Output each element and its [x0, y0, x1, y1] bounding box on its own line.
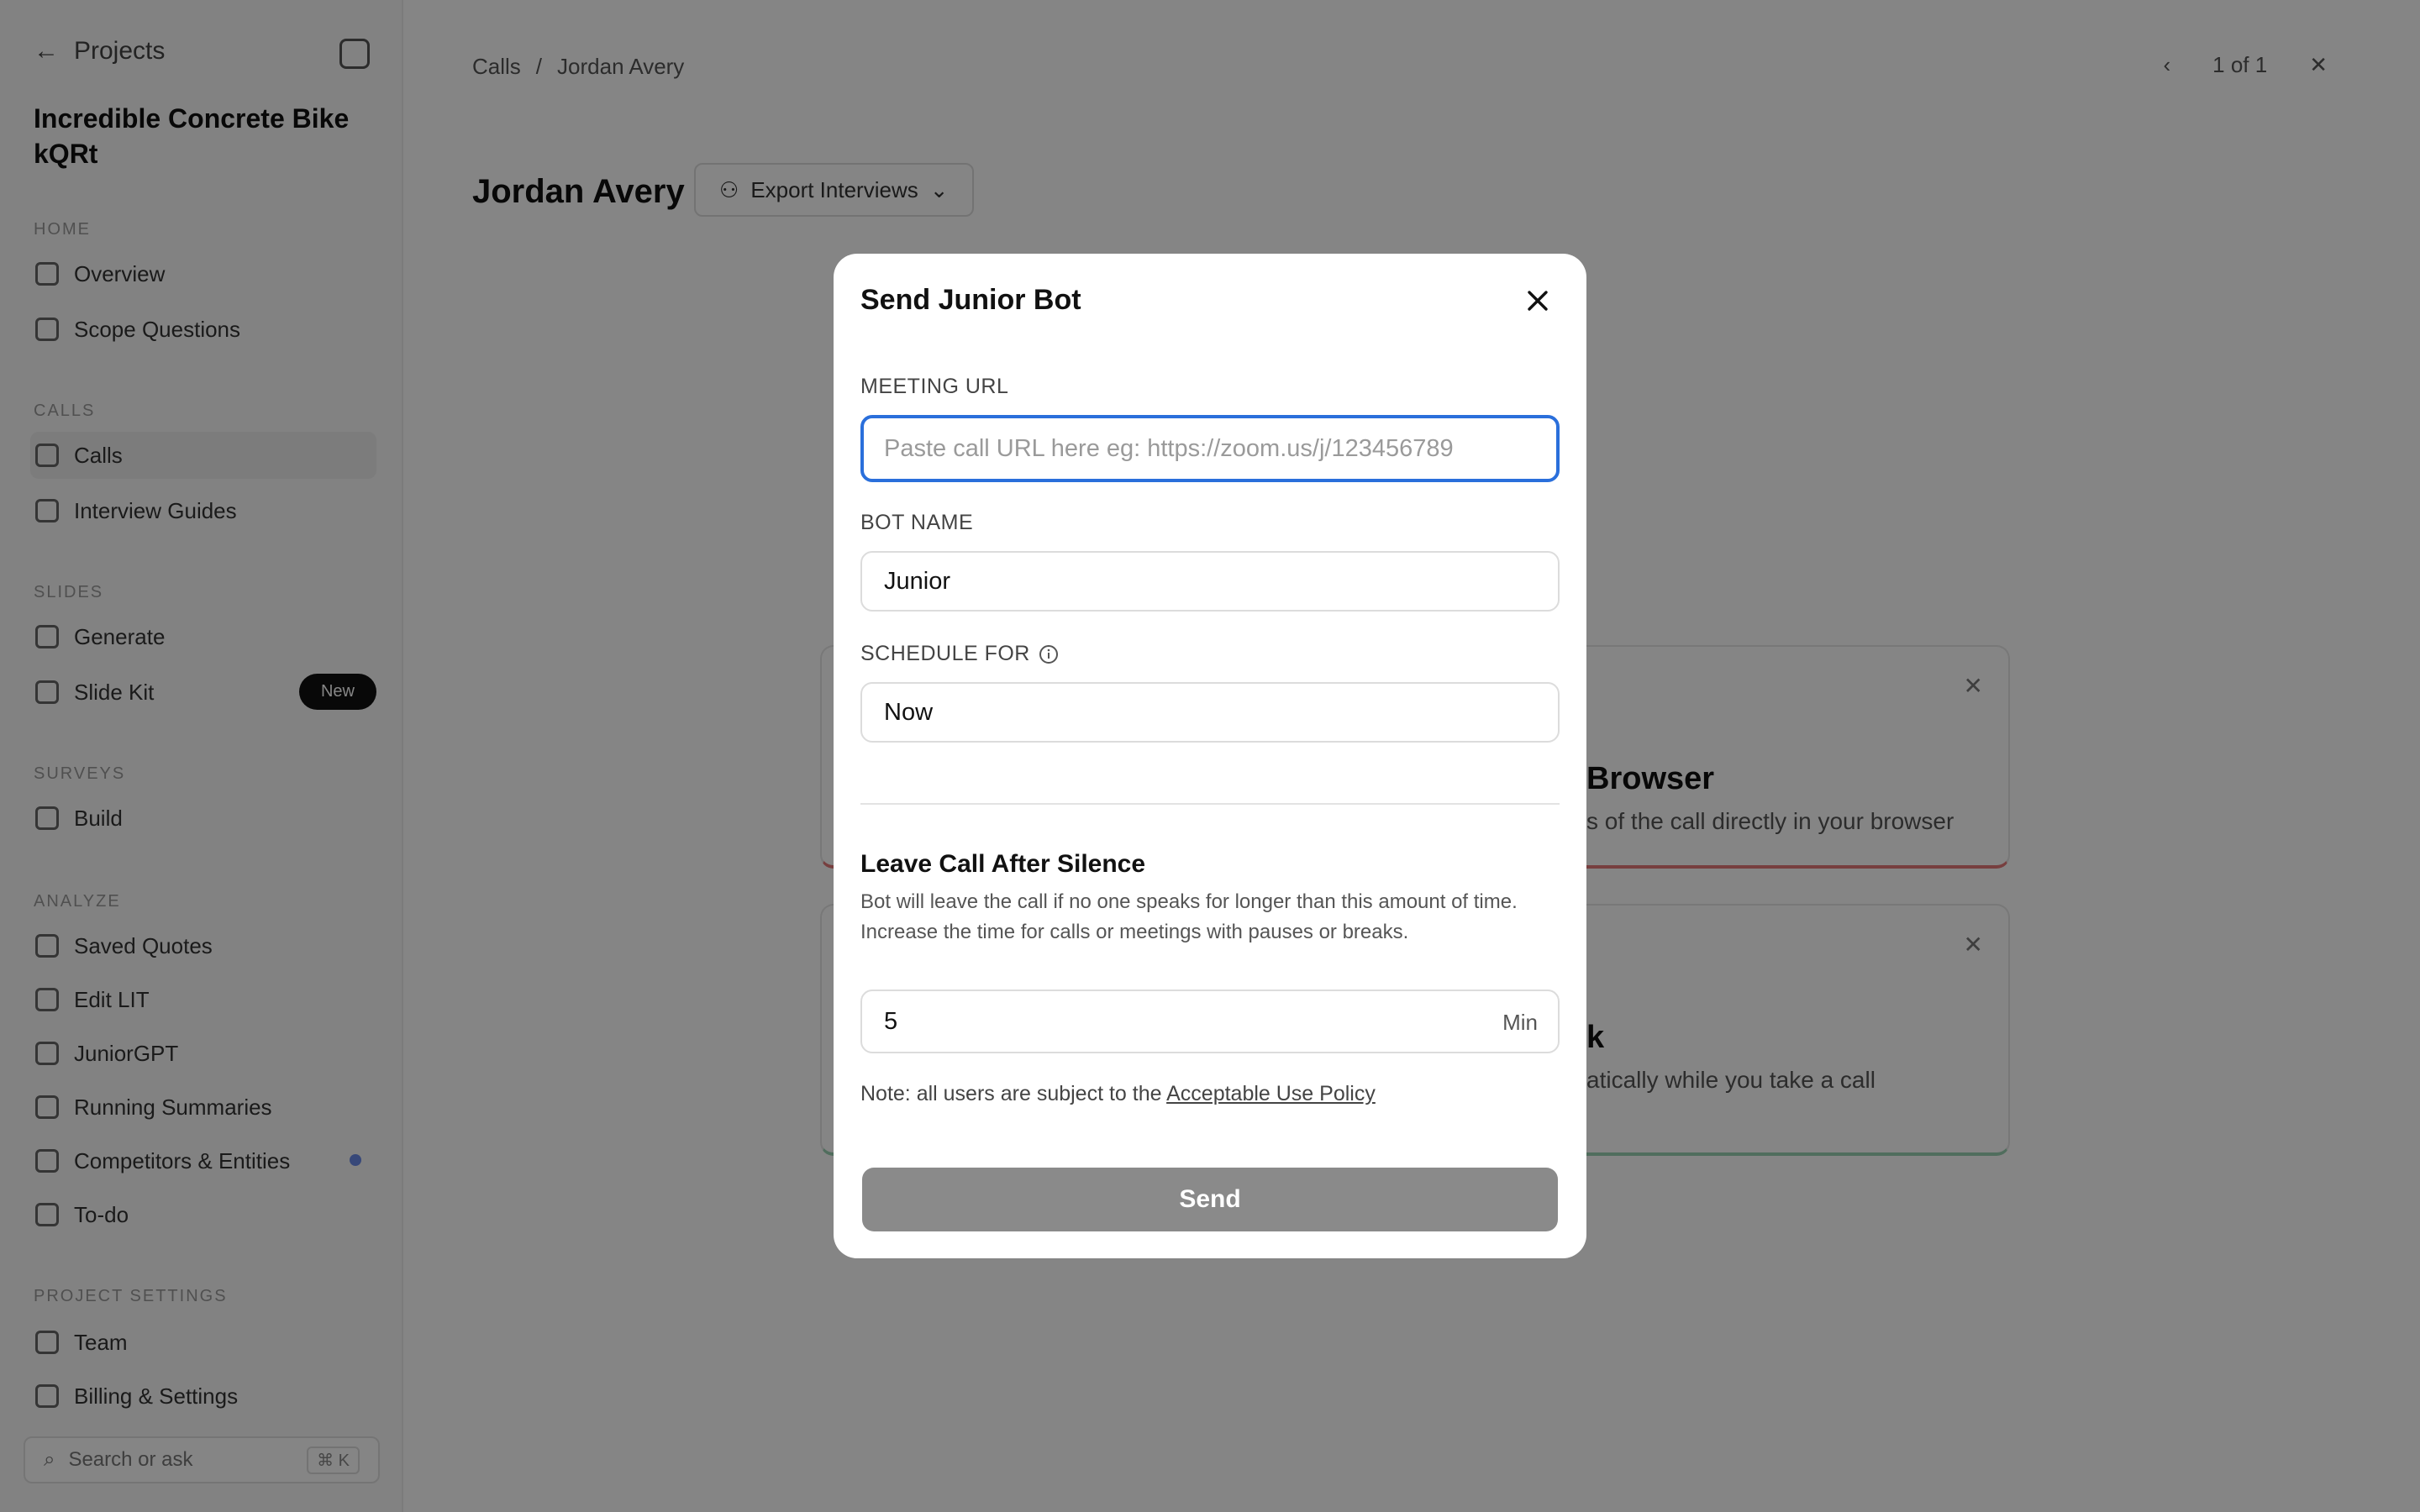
meeting-url-input[interactable]	[860, 415, 1560, 482]
policy-note-text: Note: all users are subject to the	[860, 1082, 1162, 1105]
schedule-for-label: SCHEDULE FOR	[860, 642, 1059, 666]
dialog-title: Send Junior Bot	[860, 284, 1081, 316]
silence-minutes-input[interactable]	[862, 991, 1450, 1052]
silence-minutes-field: Min	[860, 990, 1560, 1053]
section-divider	[860, 803, 1560, 805]
minutes-unit: Min	[1502, 1010, 1538, 1035]
close-icon	[1528, 291, 1548, 311]
acceptable-use-policy-link[interactable]: Acceptable Use Policy	[1166, 1082, 1376, 1105]
meeting-url-label: MEETING URL	[860, 375, 1009, 398]
close-dialog-button[interactable]	[1521, 284, 1555, 318]
send-bot-dialog: Send Junior Bot MEETING URL BOT NAME SCH…	[834, 254, 1586, 1258]
silence-section-description: Bot will leave the call if no one speaks…	[860, 890, 1518, 943]
bot-name-input[interactable]	[860, 551, 1560, 612]
bot-name-label: BOT NAME	[860, 511, 974, 534]
send-button[interactable]: Send	[862, 1168, 1558, 1231]
info-icon[interactable]	[1039, 644, 1059, 664]
schedule-for-label-text: SCHEDULE FOR	[860, 642, 1030, 665]
silence-section-title: Leave Call After Silence	[860, 850, 1146, 878]
policy-note: Note: all users are subject to the Accep…	[860, 1082, 1376, 1106]
schedule-for-select[interactable]	[860, 682, 1560, 743]
